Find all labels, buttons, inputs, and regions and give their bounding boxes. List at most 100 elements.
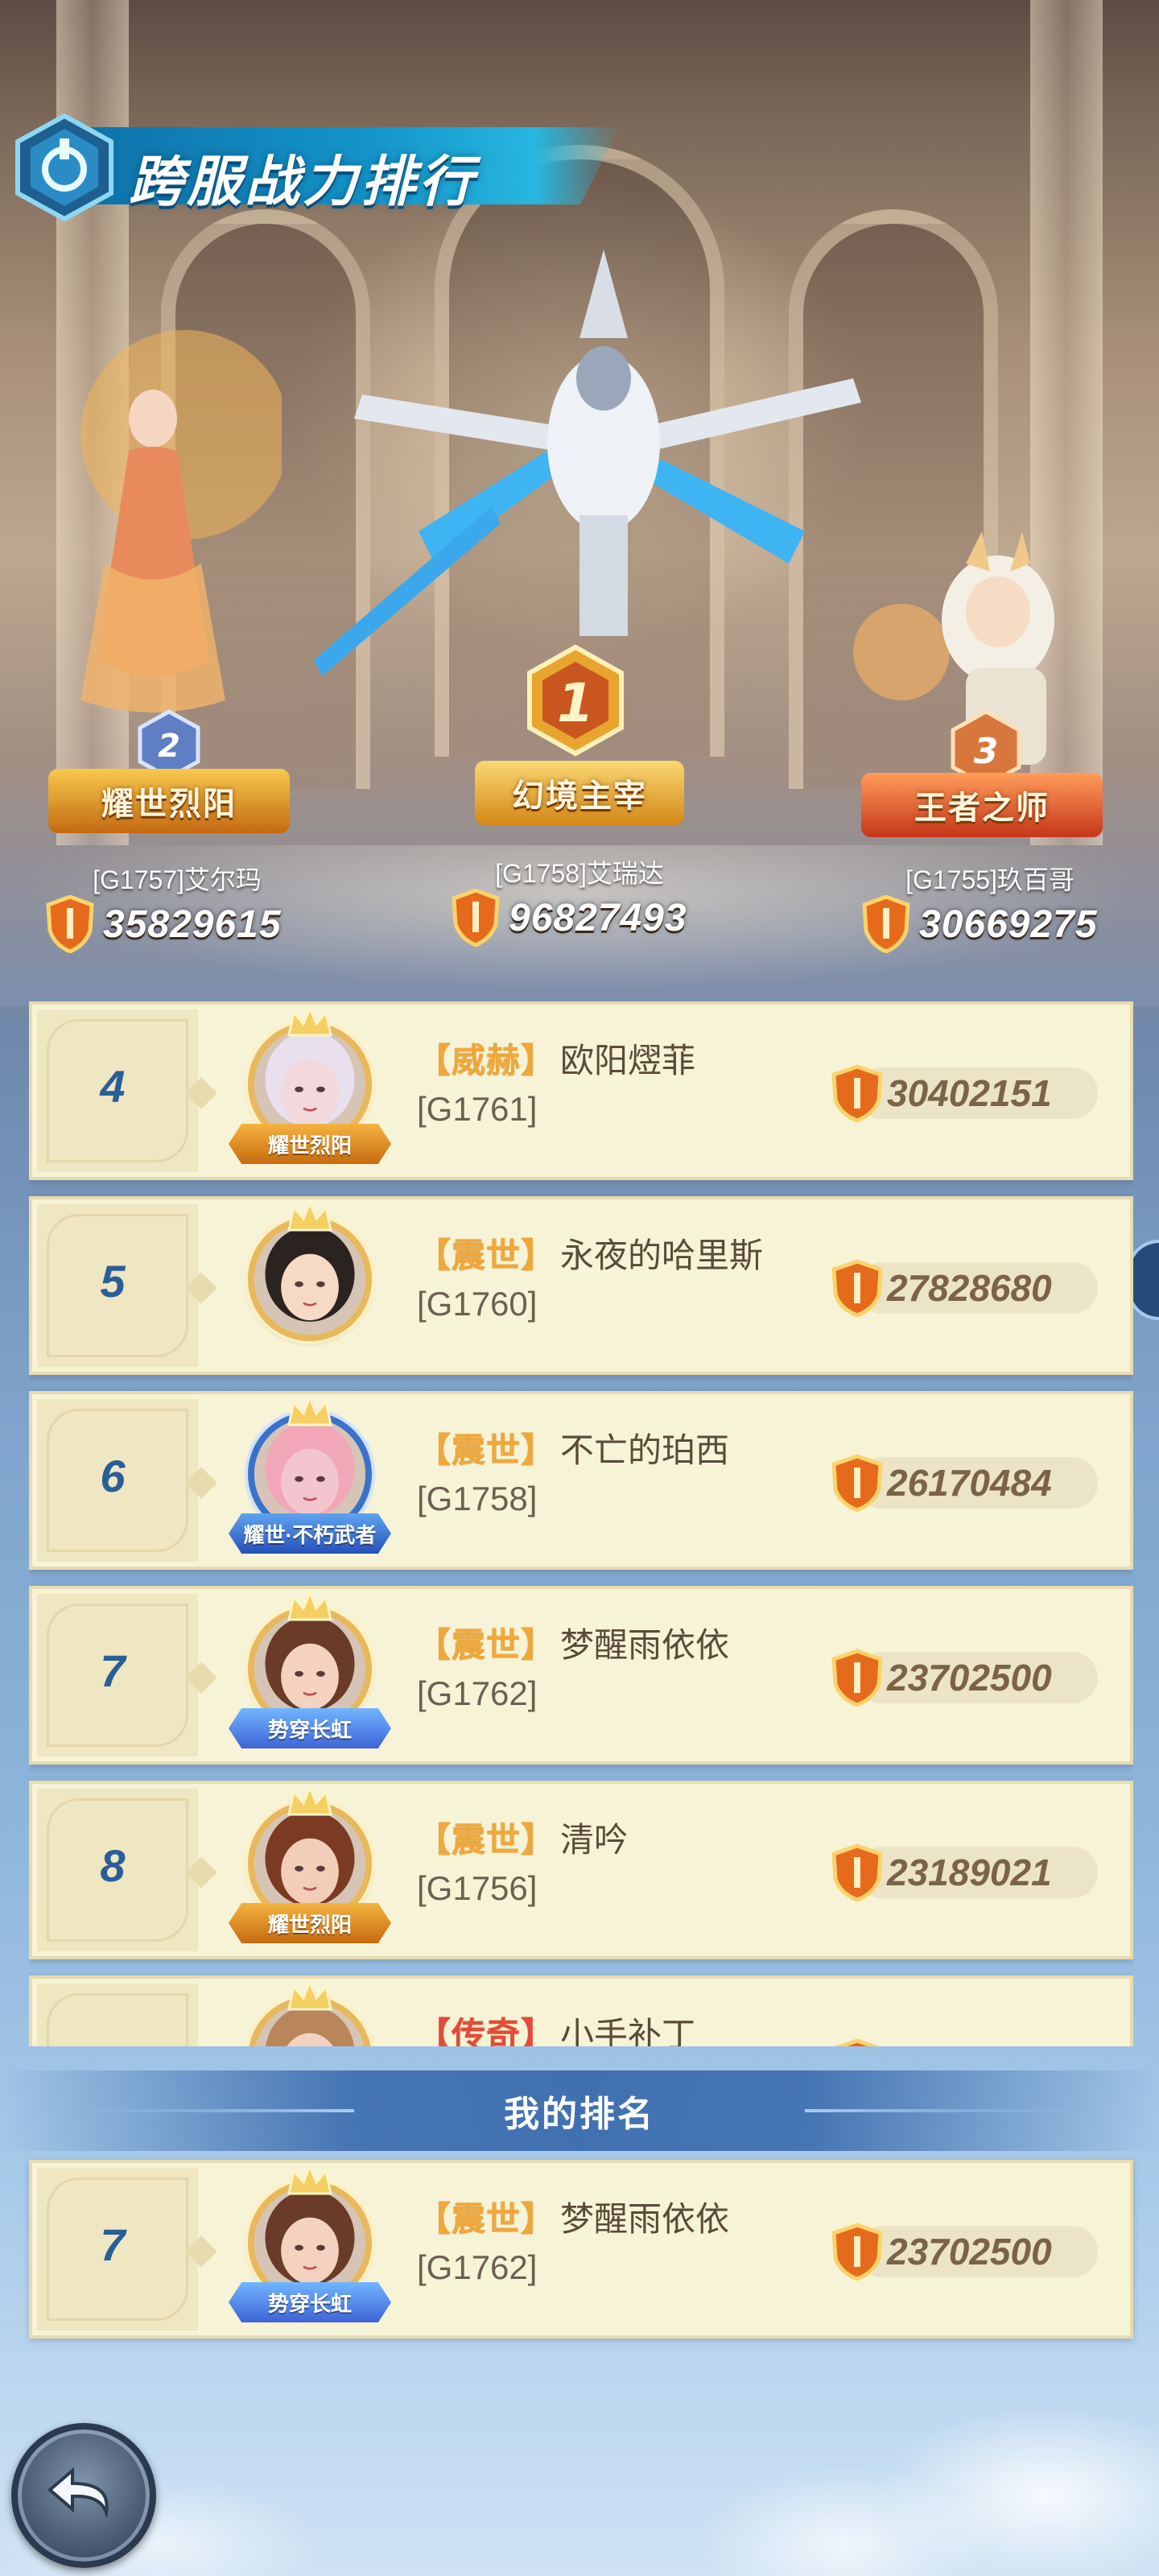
rank-row[interactable]: 6 耀世·不朽武者 【震世】 不亡的珀西 [G1758] 26170484 [29,1391,1133,1570]
rank-row[interactable]: 7 势穿长虹 【震世】 梦醒雨依依 [G1762] 23702500 [29,1586,1133,1765]
avatar-frame-tag: 势穿长虹 [229,1708,391,1748]
avatar[interactable]: 耀世烈阳 [225,1785,394,1951]
crown-icon [287,2165,332,2195]
rank-1-title-badge: 幻境主宰 [475,761,684,825]
player-server: [G1758] [417,1480,538,1517]
hero-figure-rank-2 [24,322,290,741]
rank-row[interactable]: 4 耀世烈阳 【威赫】 欧阳熤菲 [G1761] 30402151 [29,1001,1133,1180]
page-title: 跨服战力排行 [129,151,477,213]
crown-icon [287,1980,332,2011]
power-value: 23702500 [887,1657,1052,1699]
avatar-portrait [254,1224,365,1335]
rank-3-title-badge: 王者之师 [861,773,1103,837]
avatar-frame-tag: 耀世烈阳 [229,1124,391,1164]
hero-figure-rank-1 [290,242,918,692]
rank-row[interactable]: 5 【震世】 永夜的哈里斯 [G1760] 27828680 [29,1196,1133,1375]
shield-flame-icon [452,889,500,947]
avatar[interactable]: 耀世烈阳 [225,1006,394,1172]
avatar-portrait [254,2187,365,2298]
svg-text:3: 3 [974,731,999,772]
power-value: 27828680 [887,1267,1052,1309]
power-display: 23702500 [829,1649,1103,1707]
player-server: [G1762] [417,2248,538,2286]
power-display: 27828680 [829,1259,1103,1317]
player-info: 【震世】 不亡的珀西 [G1758] [417,1423,729,1518]
crown-icon [287,1785,332,1816]
player-info: 【传奇】 小手补丁 [417,2008,696,2047]
rank-row[interactable]: 8 耀世烈阳 【震世】 清吟 [G1756] 23189021 [29,1781,1133,1959]
title-banner: 跨服战力排行 [8,111,620,222]
avatar[interactable]: 耀世·不朽武者 [225,1396,394,1562]
avatar[interactable]: 势穿长虹 [225,1591,394,1757]
player-name: 欧阳熤菲 [560,1041,696,1080]
rank-number: 7 [100,1645,126,1696]
rank-1-power: 96827493 [451,889,687,947]
rank-1-name: [G1758]艾瑞达 [495,859,664,888]
svg-text:2: 2 [158,728,180,765]
avatar[interactable] [225,1201,394,1367]
rank-number: 7 [100,2219,126,2270]
shield-flame-icon [46,895,94,953]
rank-1-medal: 1 [527,644,624,757]
shield-emblem-icon [15,113,113,222]
rank-2-title-badge: 耀世烈阳 [48,769,290,833]
player-name: 梦醒雨依依 [560,2199,730,2238]
power-display: 23189021 [829,1843,1103,1901]
my-rank-row[interactable]: 7 势穿长虹 【震世】 梦醒雨依依 [G1762] 23702500 [29,2160,1133,2339]
rank-number: 4 [100,1060,126,1112]
avatar-frame-tag: 耀世·不朽武者 [229,1513,391,1554]
honor-title: 【传奇】 [417,2015,556,2047]
avatar-portrait [254,1029,365,1140]
rank-2-power: 35829615 [45,895,282,953]
back-arrow-icon [47,2467,109,2519]
player-info: 【震世】 梦醒雨依依 [G1762] [417,2192,729,2287]
rank-number [32,1979,193,2046]
back-button[interactable] [11,2423,156,2568]
player-info: 【震世】 永夜的哈里斯 [G1760] [417,1228,763,1323]
svg-text:1: 1 [557,672,594,734]
player-server: [G1761] [417,1090,538,1128]
power-value: 23189021 [887,1852,1052,1893]
player-info: 【震世】 梦醒雨依依 [G1762] [417,1618,729,1713]
avatar-frame-tag: 势穿长虹 [229,2282,391,2322]
crown-icon [287,1591,332,1621]
rank-row[interactable]: 【传奇】 小手补丁 [29,1975,1133,2046]
player-name: 小手补丁 [560,2015,696,2047]
rank-3-power: 30669275 [861,895,1098,953]
honor-title: 【震世】 [417,1625,556,1664]
rank-3-name: [G1755]玖百哥 [905,865,1074,894]
avatar-portrait [254,1808,365,1919]
rank-number: 8 [100,1839,126,1891]
avatar-frame-tag: 耀世烈阳 [229,1903,391,1943]
player-server: [G1760] [417,1285,538,1323]
power-value: 26170484 [887,1462,1052,1504]
my-ranking-title: 我的排名 [504,2095,655,2134]
rank-number: 6 [100,1450,126,1501]
rank-number: 5 [100,1255,126,1307]
shield-flame-icon [862,895,910,953]
honor-title: 【震世】 [417,1820,556,1859]
rank-2-name: [G1757]艾尔玛 [93,865,262,894]
avatar[interactable] [225,1980,394,2046]
player-name: 清吟 [560,1820,629,1859]
honor-title: 【震世】 [417,2199,556,2238]
my-ranking-header: 我的排名 [0,2070,1159,2151]
avatar-portrait [254,1418,365,1530]
power-display: 23702500 [829,2223,1103,2281]
player-info: 【威赫】 欧阳熤菲 [G1761] [417,1034,695,1129]
player-name: 永夜的哈里斯 [560,1236,764,1274]
player-server: [G1756] [417,1869,538,1907]
crown-icon [287,1396,332,1426]
shield-flame-icon [835,2038,880,2046]
avatar-portrait [254,1613,365,1724]
player-info: 【震世】 清吟 [G1756] [417,1813,628,1908]
player-name: 不亡的珀西 [560,1430,730,1469]
power-value: 23702500 [887,2231,1052,2273]
power-value: 30402151 [887,1072,1052,1114]
ranking-list[interactable]: 4 耀世烈阳 【威赫】 欧阳熤菲 [G1761] 30402151 5 【震世】 永夜的哈里斯[… [29,1001,1133,2046]
power-display: 26170484 [829,1454,1103,1512]
player-name: 梦醒雨依依 [560,1625,730,1664]
power-display [829,2038,1103,2046]
avatar[interactable]: 势穿长虹 [225,2165,394,2330]
crown-icon [287,1006,332,1037]
